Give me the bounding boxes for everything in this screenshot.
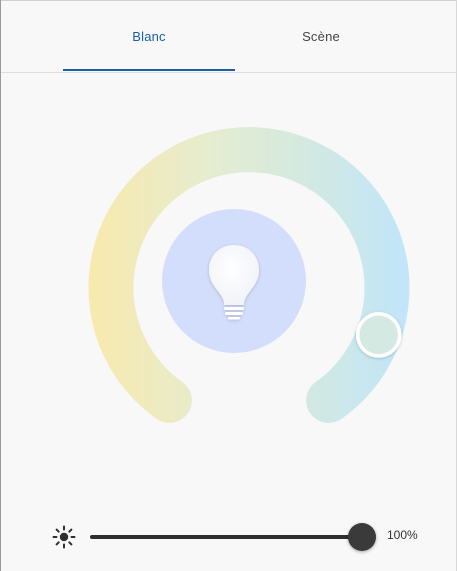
color-temperature-wheel: [88, 127, 410, 423]
brightness-value-label: 100%: [387, 528, 418, 542]
brightness-control: 100%: [0, 514, 457, 558]
color-temperature-selector[interactable]: [355, 312, 402, 358]
sun-icon: [52, 525, 76, 549]
brightness-slider-thumb[interactable]: [348, 523, 376, 551]
brightness-slider-track[interactable]: [90, 535, 362, 539]
lighting-control-panel: Blanc Scène 100%: [0, 0, 457, 571]
